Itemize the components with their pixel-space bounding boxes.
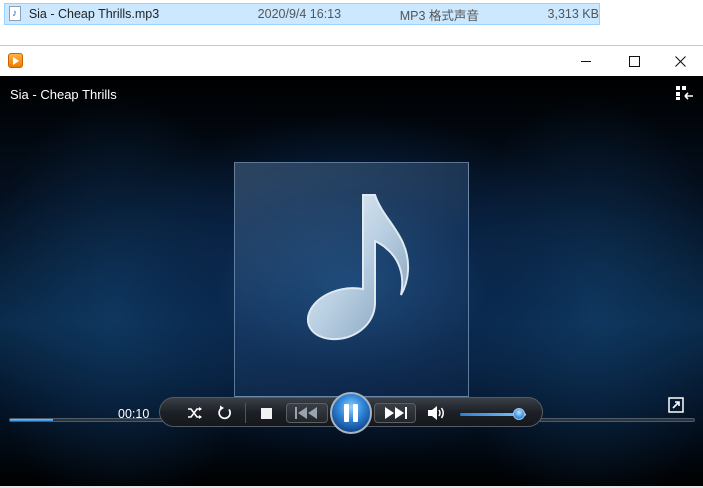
repeat-icon: [218, 405, 231, 420]
shuffle-icon: [188, 407, 202, 419]
now-playing-area: Sia - Cheap Thrills 00:10: [0, 76, 703, 487]
close-button[interactable]: [657, 46, 703, 76]
next-icon: [385, 407, 407, 419]
file-type: MP3 格式声音: [399, 8, 479, 23]
play-pause-button[interactable]: [330, 392, 372, 434]
stop-button[interactable]: [256, 403, 276, 423]
media-player-window: Sia - Cheap Thrills 00:10: [0, 45, 703, 487]
fullscreen-icon: [668, 397, 684, 413]
close-icon: [674, 55, 686, 67]
minimize-button[interactable]: [563, 46, 609, 76]
file-size: 3,313 KB: [547, 7, 599, 21]
shuffle-button[interactable]: [184, 403, 206, 423]
fullscreen-button[interactable]: [668, 397, 684, 413]
elapsed-time: 00:10: [118, 407, 150, 421]
album-art: [234, 162, 469, 397]
file-date-modified: 2020/9/4 16:13: [257, 7, 342, 21]
mute-button[interactable]: [426, 403, 448, 423]
switch-to-library-icon: [676, 86, 693, 100]
previous-button[interactable]: [286, 403, 328, 423]
track-title: Sia - Cheap Thrills: [10, 87, 117, 102]
speaker-icon: [428, 406, 444, 420]
seek-progress: [10, 419, 53, 421]
previous-icon: [295, 407, 317, 419]
controls-divider: [245, 403, 246, 423]
file-list-row[interactable]: ♪ Sia - Cheap Thrills.mp3 2020/9/4 16:13…: [4, 3, 600, 25]
repeat-button[interactable]: [214, 403, 236, 423]
switch-to-library-button[interactable]: [676, 85, 694, 101]
stop-icon: [260, 407, 272, 419]
music-note-icon: [306, 194, 409, 341]
next-button[interactable]: [374, 403, 416, 423]
audio-file-icon: ♪: [9, 6, 23, 22]
file-name: Sia - Cheap Thrills.mp3: [28, 7, 160, 21]
window-titlebar[interactable]: [0, 46, 703, 76]
maximize-button[interactable]: [611, 46, 657, 76]
minimize-icon: [581, 60, 591, 62]
maximize-icon: [628, 55, 640, 67]
media-player-icon: [8, 53, 23, 68]
volume-slider-thumb[interactable]: [513, 408, 525, 420]
pause-icon: [344, 404, 358, 422]
